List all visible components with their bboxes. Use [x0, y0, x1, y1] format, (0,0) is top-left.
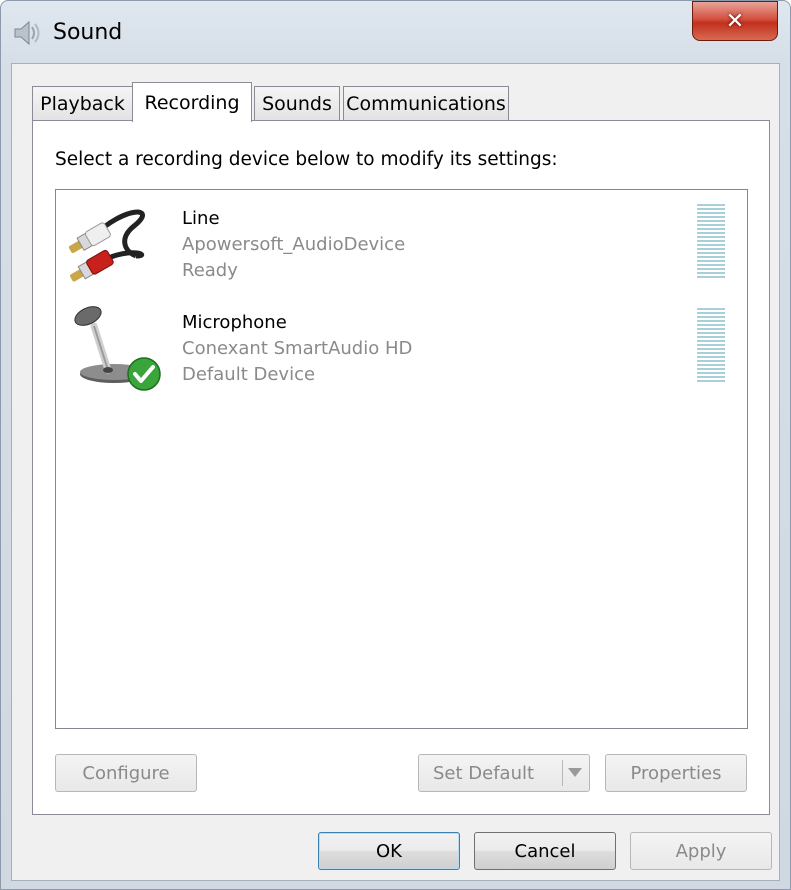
- level-meter-segment: [697, 340, 725, 342]
- tab-sounds[interactable]: Sounds: [254, 86, 340, 120]
- level-meter-segment: [697, 268, 725, 270]
- level-meter-segment: [697, 380, 725, 382]
- level-meter-segment: [697, 204, 725, 206]
- level-meter-segment: [697, 352, 725, 354]
- level-meter: [697, 204, 725, 282]
- device-item-line[interactable]: Line Apowersoft_AudioDevice Ready: [56, 190, 747, 294]
- chevron-down-icon[interactable]: [568, 768, 582, 777]
- line-in-cable-icon: [68, 209, 145, 282]
- level-meter-segment: [697, 248, 725, 250]
- default-device-check-icon: [127, 357, 161, 391]
- level-meter-segment: [697, 324, 725, 326]
- ok-button[interactable]: OK: [318, 832, 460, 870]
- properties-button[interactable]: Properties: [605, 754, 747, 792]
- device-name: Line: [182, 208, 220, 229]
- set-default-split-button[interactable]: Set Default: [418, 754, 590, 792]
- level-meter-segment: [697, 276, 725, 278]
- level-meter-segment: [697, 312, 725, 314]
- device-driver: Apowersoft_AudioDevice: [182, 234, 406, 255]
- level-meter-segment: [697, 308, 725, 310]
- level-meter-segment: [697, 236, 725, 238]
- level-meter-segment: [697, 372, 725, 374]
- level-meter-segment: [697, 356, 725, 358]
- configure-button[interactable]: Configure: [55, 754, 197, 792]
- level-meter-segment: [697, 216, 725, 218]
- level-meter: [697, 308, 725, 386]
- sound-dialog: Sound ✕ Playback Recording Sounds Commun…: [0, 0, 791, 890]
- device-item-microphone[interactable]: Microphone Conexant SmartAudio HD Defaul…: [56, 294, 747, 398]
- level-meter-segment: [697, 220, 725, 222]
- split-separator: [562, 760, 563, 786]
- level-meter-segment: [697, 240, 725, 242]
- cancel-button[interactable]: Cancel: [474, 832, 616, 870]
- window-title: Sound: [53, 20, 123, 45]
- level-meter-segment: [697, 228, 725, 230]
- level-meter-segment: [697, 264, 725, 266]
- instruction-text: Select a recording device below to modif…: [55, 149, 558, 170]
- device-details: Microphone Conexant SmartAudio HD Defaul…: [182, 310, 412, 388]
- level-meter-segment: [697, 316, 725, 318]
- level-meter-segment: [697, 336, 725, 338]
- level-meter-segment: [697, 208, 725, 210]
- tab-communications[interactable]: Communications: [343, 86, 509, 120]
- title-bar[interactable]: Sound ✕: [1, 1, 790, 63]
- level-meter-segment: [697, 320, 725, 322]
- level-meter-segment: [697, 252, 725, 254]
- level-meter-segment: [697, 376, 725, 378]
- level-meter-segment: [697, 368, 725, 370]
- apply-button[interactable]: Apply: [630, 832, 772, 870]
- device-driver: Conexant SmartAudio HD: [182, 338, 413, 359]
- level-meter-segment: [697, 360, 725, 362]
- level-meter-segment: [697, 332, 725, 334]
- device-status: Default Device: [182, 364, 316, 385]
- dialog-client: Playback Recording Sounds Communications…: [11, 63, 780, 881]
- device-list[interactable]: Line Apowersoft_AudioDevice Ready Microp…: [55, 189, 748, 729]
- device-name: Microphone: [182, 312, 287, 333]
- tab-recording[interactable]: Recording: [132, 82, 252, 122]
- tab-playback[interactable]: Playback: [32, 86, 133, 120]
- level-meter-segment: [697, 272, 725, 274]
- set-default-label: Set Default: [433, 762, 535, 784]
- recording-panel: Select a recording device below to modif…: [32, 120, 770, 815]
- close-icon: ✕: [725, 8, 745, 34]
- speaker-icon: [14, 20, 40, 46]
- level-meter-segment: [697, 364, 725, 366]
- device-status: Ready: [182, 260, 238, 281]
- level-meter-segment: [697, 256, 725, 258]
- level-meter-segment: [697, 260, 725, 262]
- level-meter-segment: [697, 244, 725, 246]
- level-meter-segment: [697, 328, 725, 330]
- level-meter-segment: [697, 344, 725, 346]
- level-meter-segment: [697, 348, 725, 350]
- level-meter-segment: [697, 224, 725, 226]
- device-details: Line Apowersoft_AudioDevice Ready: [182, 206, 405, 284]
- level-meter-segment: [697, 232, 725, 234]
- close-button[interactable]: ✕: [692, 1, 778, 41]
- level-meter-segment: [697, 212, 725, 214]
